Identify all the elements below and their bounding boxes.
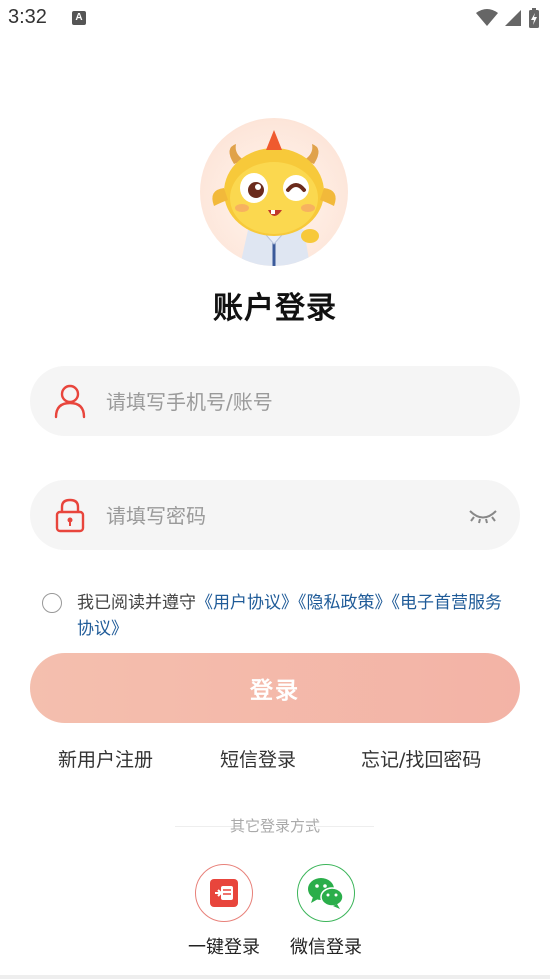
lock-icon [55,498,85,533]
status-bar: 3:32 A [0,0,550,38]
phone-login-icon [209,878,238,907]
one-key-login-label: 一键登录 [188,937,260,958]
dragon-mascot-icon [212,130,336,266]
user-icon [54,384,86,419]
eye-closed-icon[interactable] [468,502,498,528]
user-agreement-link[interactable]: 《用户协议》 [196,593,298,613]
wechat-login-button[interactable] [297,864,355,922]
divider-right [308,826,374,827]
phone-account-input[interactable] [104,366,448,438]
wechat-icon [307,877,344,909]
agreement-text: 我已阅读并遵守《用户协议》《隐私政策》《电子首营服务协议》 [77,590,517,642]
register-link[interactable]: 新用户注册 [58,745,153,772]
agreement-prefix: 我已阅读并遵守 [77,593,196,613]
password-input[interactable] [104,480,448,552]
signal-icon [505,10,521,26]
battery-charging-icon [529,8,539,28]
status-indicators [476,6,540,30]
wifi-icon [476,9,498,26]
wechat-login-label: 微信登录 [290,937,362,958]
privacy-policy-link[interactable]: 《隐私政策》 [298,593,392,613]
agreement-checkbox[interactable] [42,593,62,613]
password-field[interactable] [30,480,520,552]
status-time: 3:32 [8,6,47,28]
bottom-bar [0,975,550,979]
other-login-title: 其它登录方式 [229,817,320,835]
sms-login-link[interactable]: 短信登录 [220,745,296,772]
page-title: 账户登录 [213,291,337,326]
mascot-avatar [200,118,348,266]
login-button[interactable]: 登录 [30,653,520,723]
forgot-password-link[interactable]: 忘记/找回密码 [361,745,481,772]
notification-a-icon: A [72,11,86,25]
one-key-login-button[interactable] [195,864,253,922]
phone-account-field[interactable] [30,366,520,438]
